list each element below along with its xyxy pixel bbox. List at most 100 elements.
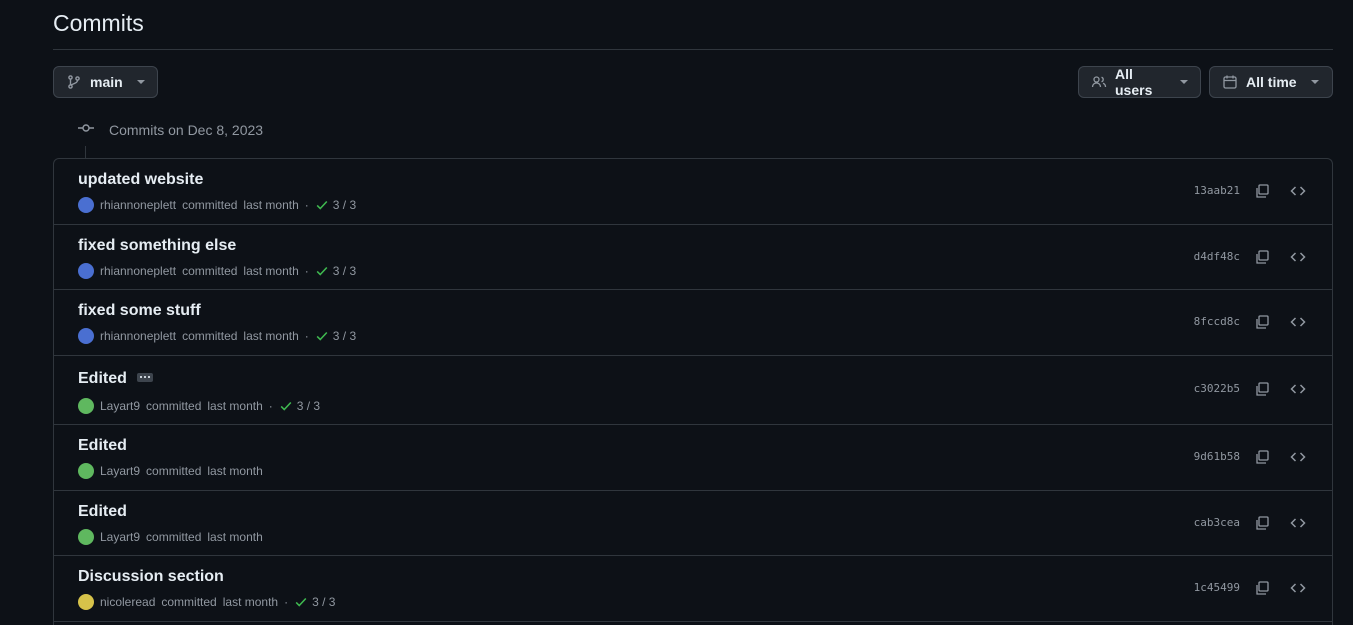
commit-author[interactable]: Layart9 xyxy=(100,464,140,478)
meta-separator: · xyxy=(304,329,309,343)
meta-separator: · xyxy=(284,595,289,609)
copy-icon xyxy=(1256,516,1269,530)
checks-status[interactable]: 3 / 3 xyxy=(294,595,335,609)
commit-time: last month xyxy=(207,464,263,478)
browse-repo-button[interactable] xyxy=(1288,181,1308,201)
commit-list: updated website rhiannoneplett committed… xyxy=(53,158,1333,625)
copy-sha-button[interactable] xyxy=(1252,247,1272,267)
checks-status[interactable]: 3 / 3 xyxy=(315,264,356,278)
commits-page: Commits main All users All time Commits … xyxy=(0,0,1353,625)
code-icon xyxy=(1290,252,1306,262)
commit-author[interactable]: rhiannoneplett xyxy=(100,198,176,212)
commit-time: last month xyxy=(222,595,279,609)
git-commit-icon xyxy=(77,120,95,139)
commit-meta: rhiannoneplett committed last month · 3 … xyxy=(78,263,356,279)
commit-message-text[interactable]: Edited xyxy=(78,437,127,455)
browse-repo-button[interactable] xyxy=(1288,312,1308,332)
branch-select-button[interactable]: main xyxy=(53,66,158,98)
copy-sha-button[interactable] xyxy=(1252,379,1272,399)
commit-message[interactable]: Edited xyxy=(78,437,127,455)
time-filter-label: All time xyxy=(1246,74,1297,90)
commit-row[interactable]: fixed something else rhiannoneplett comm… xyxy=(54,225,1332,290)
time-filter-button[interactable]: All time xyxy=(1209,66,1333,98)
browse-repo-button[interactable] xyxy=(1288,247,1308,267)
checks-status[interactable]: 3 / 3 xyxy=(279,399,320,413)
commit-message-text[interactable]: Edited xyxy=(78,370,127,388)
commit-sha[interactable]: 9d61b58 xyxy=(1194,450,1240,463)
commit-sha[interactable]: cab3cea xyxy=(1194,516,1240,529)
commit-action: committed xyxy=(161,595,217,609)
copy-sha-button[interactable] xyxy=(1252,181,1272,201)
copy-sha-button[interactable] xyxy=(1252,447,1272,467)
commit-author[interactable]: rhiannoneplett xyxy=(100,329,176,343)
avatar[interactable] xyxy=(78,197,94,213)
commit-message[interactable]: updated website xyxy=(78,171,203,189)
commit-row[interactable]: Edited Layart9 committed last month cab3… xyxy=(54,491,1332,556)
copy-sha-button[interactable] xyxy=(1252,312,1272,332)
browse-repo-button[interactable] xyxy=(1288,513,1308,533)
commit-author[interactable]: rhiannoneplett xyxy=(100,264,176,278)
commit-row[interactable]: Discussion section nicoleread committed … xyxy=(54,556,1332,622)
commit-message[interactable]: Discussion section xyxy=(78,568,224,586)
commit-message[interactable]: fixed something else xyxy=(78,237,236,255)
code-icon xyxy=(1290,452,1306,462)
commit-message-text[interactable]: Discussion section xyxy=(78,568,224,586)
users-filter-button[interactable]: All users xyxy=(1078,66,1201,98)
browse-repo-button[interactable] xyxy=(1288,578,1308,598)
commit-row[interactable]: fixed some stuff rhiannoneplett committe… xyxy=(54,290,1332,356)
expand-message-button[interactable] xyxy=(136,372,153,382)
commit-row[interactable]: Edited Layart9 committed last month · 3 … xyxy=(54,356,1332,425)
commit-message-text[interactable]: Edited xyxy=(78,503,127,521)
commit-sha[interactable]: d4df48c xyxy=(1194,250,1240,263)
avatar[interactable] xyxy=(78,328,94,344)
copy-icon xyxy=(1256,184,1269,198)
git-branch-icon xyxy=(66,74,82,90)
commit-message-text[interactable]: updated website xyxy=(78,171,203,189)
copy-icon xyxy=(1256,250,1269,264)
copy-icon xyxy=(1256,315,1269,329)
avatar[interactable] xyxy=(78,594,94,610)
avatar[interactable] xyxy=(78,529,94,545)
avatar[interactable] xyxy=(78,398,94,414)
copy-sha-button[interactable] xyxy=(1252,513,1272,533)
commit-sha[interactable]: 1c45499 xyxy=(1194,581,1240,594)
commit-message[interactable]: fixed some stuff xyxy=(78,302,201,320)
timeline-connector xyxy=(85,146,86,158)
commit-meta: Layart9 committed last month · 3 / 3 xyxy=(78,398,320,414)
commit-time: last month xyxy=(243,198,299,212)
meta-separator: · xyxy=(304,198,309,212)
checks-status[interactable]: 3 / 3 xyxy=(315,329,356,343)
commit-row[interactable]: Edited Layart9 committed last month 9d61… xyxy=(54,425,1332,491)
title-divider xyxy=(53,49,1333,50)
check-icon xyxy=(316,200,328,210)
checks-status[interactable]: 3 / 3 xyxy=(315,198,356,212)
check-icon xyxy=(280,401,292,411)
commit-author[interactable]: nicoleread xyxy=(100,595,155,609)
commit-time: last month xyxy=(243,329,299,343)
browse-repo-button[interactable] xyxy=(1288,447,1308,467)
copy-sha-button[interactable] xyxy=(1252,578,1272,598)
avatar[interactable] xyxy=(78,263,94,279)
commit-meta: Layart9 committed last month xyxy=(78,529,263,545)
avatar[interactable] xyxy=(78,463,94,479)
commit-message-text[interactable]: fixed some stuff xyxy=(78,302,201,320)
commit-time: last month xyxy=(207,399,263,413)
commit-message[interactable]: Edited xyxy=(78,503,127,521)
commit-row[interactable]: updated website rhiannoneplett committed… xyxy=(54,159,1332,225)
commit-author[interactable]: Layart9 xyxy=(100,399,140,413)
commit-sha[interactable]: 13aab21 xyxy=(1194,184,1240,197)
people-icon xyxy=(1091,74,1107,90)
page-title: Commits xyxy=(53,10,144,36)
commit-time: last month xyxy=(243,264,299,278)
copy-icon xyxy=(1256,450,1269,464)
copy-icon xyxy=(1256,581,1269,595)
chevron-down-icon xyxy=(1180,80,1188,84)
chevron-down-icon xyxy=(1310,80,1319,84)
browse-repo-button[interactable] xyxy=(1288,379,1308,399)
commit-message[interactable]: Edited xyxy=(78,370,153,388)
commit-author[interactable]: Layart9 xyxy=(100,530,140,544)
commit-message-text[interactable]: fixed something else xyxy=(78,237,236,255)
commit-meta: rhiannoneplett committed last month · 3 … xyxy=(78,197,356,213)
commit-sha[interactable]: 8fccd8c xyxy=(1194,315,1240,328)
commit-sha[interactable]: c3022b5 xyxy=(1194,382,1240,395)
